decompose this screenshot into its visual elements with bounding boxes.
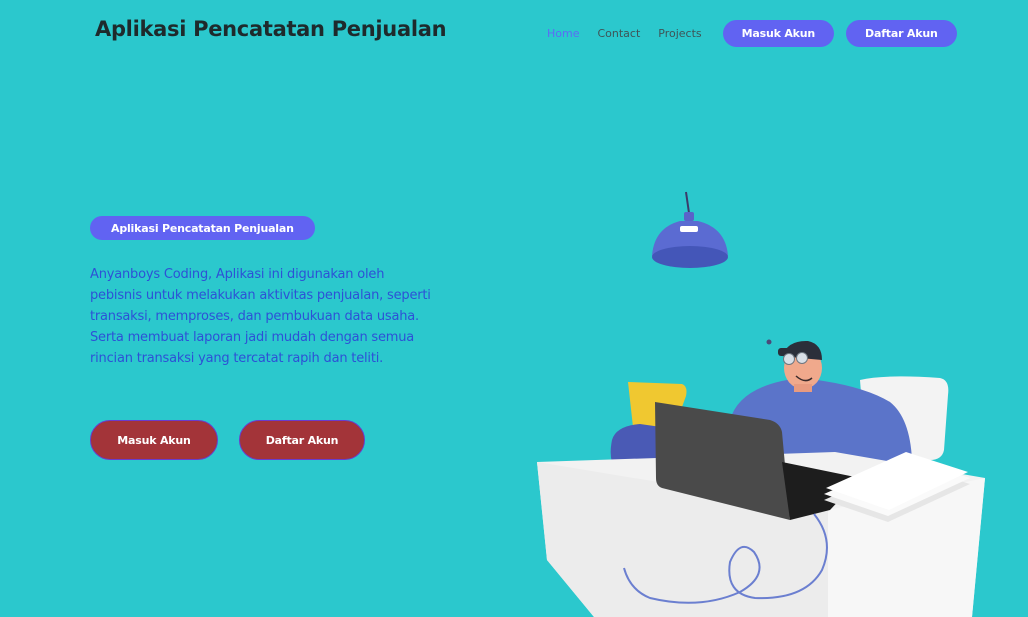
- landing-page: Aplikasi Pencatatan Penjualan Home Conta…: [0, 0, 1028, 617]
- main-nav: Home Contact Projects Masuk Akun Daftar …: [547, 20, 957, 47]
- nav-login-button[interactable]: Masuk Akun: [722, 20, 835, 47]
- brand-title[interactable]: Aplikasi Pencatatan Penjualan: [95, 17, 447, 41]
- nav-contact[interactable]: Contact: [597, 27, 640, 40]
- hero-description: Anyanboys Coding, Aplikasi ini digunakan…: [90, 267, 431, 366]
- hero-badge: Aplikasi Pencatatan Penjualan: [90, 216, 315, 240]
- hero-login-button[interactable]: Masuk Akun: [90, 420, 218, 460]
- nav-register-button[interactable]: Daftar Akun: [846, 20, 957, 47]
- lamp-icon: [652, 191, 728, 268]
- hero-register-button[interactable]: Daftar Akun: [239, 420, 365, 460]
- nav-home[interactable]: Home: [547, 27, 579, 40]
- nav-projects[interactable]: Projects: [658, 27, 701, 40]
- hero-illustration: [537, 191, 985, 617]
